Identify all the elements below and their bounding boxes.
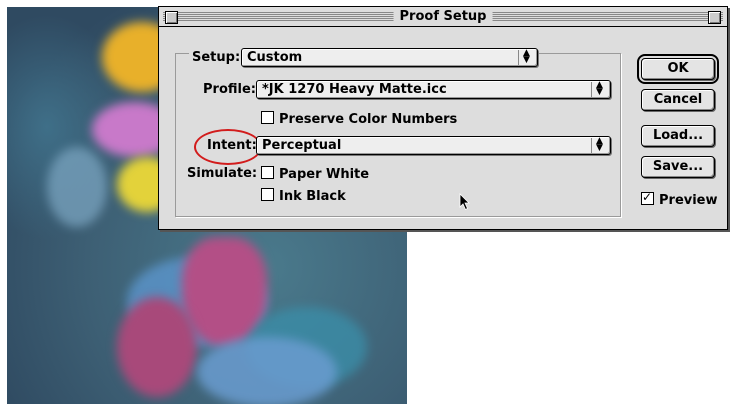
setup-value: Custom [247, 50, 303, 65]
ink-black-label: Ink Black [279, 189, 346, 204]
up-down-arrows-icon: ▲ ▼ [591, 81, 607, 97]
profile-popup[interactable]: *JK 1270 Heavy Matte.icc ▲ ▼ [256, 80, 611, 99]
intent-popup[interactable]: Perceptual ▲ ▼ [256, 136, 611, 155]
intent-value: Perceptual [262, 138, 342, 153]
collapse-box-icon[interactable] [708, 11, 721, 24]
ok-button[interactable]: OK [637, 54, 719, 84]
cancel-button[interactable]: Cancel [641, 89, 715, 111]
intent-label: Intent: [207, 138, 257, 153]
preview-checkbox[interactable] [641, 190, 654, 205]
save-button[interactable]: Save... [641, 156, 715, 178]
photo-blob [47, 147, 107, 227]
ink-black-checkbox[interactable] [261, 188, 274, 201]
proof-setup-dialog: Proof Setup Setup: Custom ▲ ▼ Profile: *J… [158, 6, 728, 230]
up-down-arrows-icon: ▲ ▼ [591, 137, 607, 153]
preview-label: Preview [659, 193, 718, 208]
up-down-arrows-icon: ▲ ▼ [518, 49, 534, 65]
profile-label: Profile: [203, 82, 256, 97]
paper-white-row[interactable]: Paper White [261, 166, 369, 182]
close-box-icon[interactable] [165, 11, 178, 24]
arrow-cursor-icon [459, 193, 470, 211]
paper-white-checkbox[interactable] [261, 166, 274, 179]
photo-blob [197, 337, 337, 404]
preview-row[interactable]: Preview [641, 190, 718, 208]
preserve-color-numbers-checkbox[interactable] [261, 111, 274, 124]
paper-white-label: Paper White [279, 167, 370, 182]
load-button[interactable]: Load... [641, 125, 715, 147]
profile-value: *JK 1270 Heavy Matte.icc [262, 82, 447, 97]
ink-black-row[interactable]: Ink Black [261, 188, 346, 204]
simulate-label: Simulate: [187, 166, 258, 181]
title-bar[interactable]: Proof Setup [159, 7, 727, 27]
setup-popup[interactable]: Custom ▲ ▼ [241, 48, 538, 67]
dialog-title: Proof Setup [393, 9, 493, 25]
preserve-color-numbers-row[interactable]: Preserve Color Numbers [261, 111, 457, 127]
preserve-color-numbers-label: Preserve Color Numbers [279, 112, 458, 127]
photo-blob [117, 297, 197, 397]
setup-label: Setup: [189, 50, 244, 65]
